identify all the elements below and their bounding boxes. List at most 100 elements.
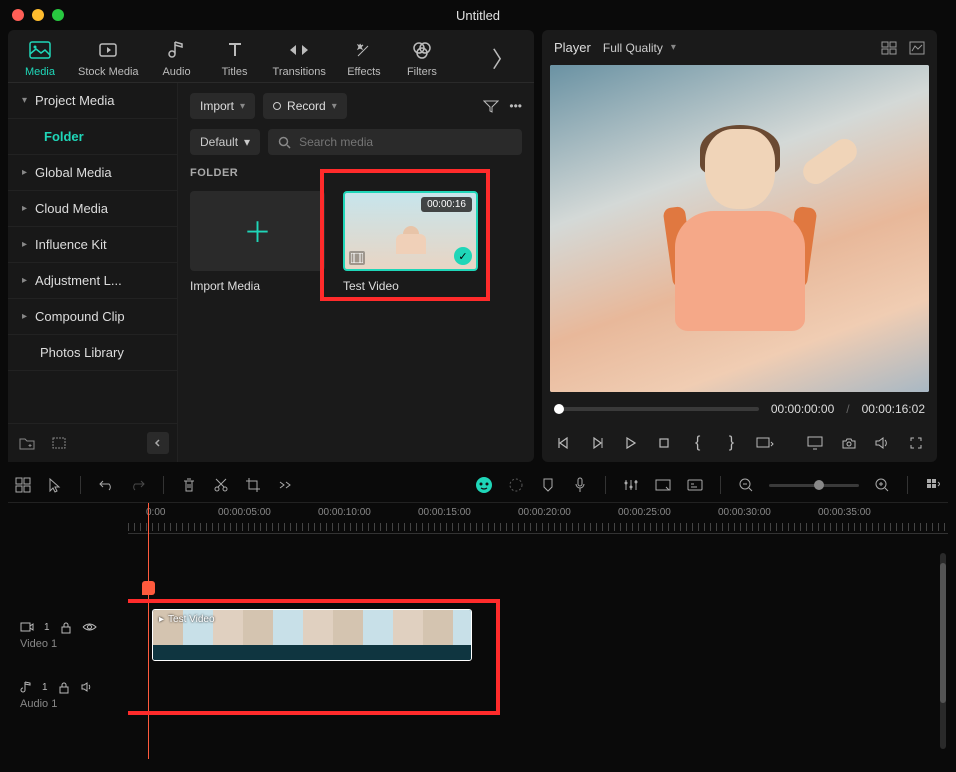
titlebar: Untitled <box>0 0 956 30</box>
zoom-thumb[interactable] <box>814 480 824 490</box>
fullscreen-icon[interactable] <box>907 434 925 452</box>
tab-scroll-right-icon[interactable]: 〉 <box>484 38 522 78</box>
tab-titles[interactable]: Titles <box>215 38 255 78</box>
new-bin-icon[interactable] <box>48 432 70 454</box>
crop-icon[interactable] <box>244 476 262 494</box>
tab-effects[interactable]: Effects <box>344 38 384 78</box>
lock-icon[interactable] <box>60 621 72 634</box>
aspect-dropdown-icon[interactable] <box>756 434 774 452</box>
import-button[interactable]: Import ▾ <box>190 93 255 119</box>
more-tools-icon[interactable] <box>276 476 294 494</box>
import-thumb[interactable]: ＋ <box>190 191 325 271</box>
tab-filters[interactable]: Filters <box>402 38 442 78</box>
audio-track[interactable] <box>128 667 948 723</box>
snapshot-icon[interactable] <box>840 434 858 452</box>
maximize-window-icon[interactable] <box>52 9 64 21</box>
search-input[interactable] <box>299 135 512 149</box>
video-track[interactable]: ▸ Test Video <box>128 607 948 663</box>
marker-icon[interactable] <box>539 476 557 494</box>
chevron-right-icon: ▸ <box>22 203 27 214</box>
video-track-head[interactable]: 1 Video 1 <box>8 607 128 663</box>
zoom-in-icon[interactable] <box>873 476 891 494</box>
stop-icon[interactable] <box>655 434 673 452</box>
quality-dropdown[interactable]: Full Quality ▾ <box>603 41 676 55</box>
sort-dropdown[interactable]: Default ▾ <box>190 129 260 155</box>
video-track-icon <box>20 621 34 633</box>
cut-icon[interactable] <box>212 476 230 494</box>
zoom-slider[interactable] <box>769 484 859 487</box>
grid-view-icon[interactable] <box>881 41 897 55</box>
chevron-right-icon: ▸ <box>22 275 27 286</box>
scope-icon[interactable] <box>909 41 925 55</box>
search-box[interactable] <box>268 129 522 155</box>
filters-icon <box>410 38 434 62</box>
voiceover-icon[interactable] <box>571 476 589 494</box>
mixer-icon[interactable] <box>622 476 640 494</box>
scrubber-thumb[interactable] <box>554 404 564 414</box>
collapse-sidebar-icon[interactable] <box>147 432 169 454</box>
player-scrubber[interactable] <box>554 407 759 411</box>
track-area[interactable]: 0:00 00:00:05:00 00:00:10:00 00:00:15:00… <box>128 503 948 759</box>
zoom-out-icon[interactable] <box>737 476 755 494</box>
tab-transitions[interactable]: Transitions <box>273 38 326 78</box>
tab-media[interactable]: Media <box>20 38 60 78</box>
sidebar-item-project-media[interactable]: ▾ Project Media <box>8 83 177 119</box>
tab-stock-media[interactable]: Stock Media <box>78 38 139 78</box>
sidebar-item-folder[interactable]: Folder <box>8 119 177 155</box>
sidebar-item-photos-library[interactable]: Photos Library <box>8 335 177 371</box>
play-backward-icon[interactable] <box>588 434 606 452</box>
caption-icon[interactable] <box>686 476 704 494</box>
display-icon[interactable] <box>806 434 824 452</box>
play-icon[interactable] <box>621 434 639 452</box>
minimize-window-icon[interactable] <box>32 9 44 21</box>
timeline-vscrollbar[interactable] <box>940 553 946 749</box>
chevron-down-icon: ▾ <box>671 42 676 53</box>
chevron-right-icon: ▸ <box>22 167 27 178</box>
ai-tool-icon[interactable] <box>475 476 493 494</box>
close-window-icon[interactable] <box>12 9 24 21</box>
new-folder-icon[interactable] <box>16 432 38 454</box>
video-thumb[interactable]: 00:00:16 ✓ <box>343 191 478 271</box>
sidebar-item-compound-clip[interactable]: ▸ Compound Clip <box>8 299 177 335</box>
delete-icon[interactable] <box>180 476 198 494</box>
record-button[interactable]: Record ▾ <box>263 93 347 119</box>
chevron-down-icon: ▾ <box>22 95 27 106</box>
media-item-test-video[interactable]: 00:00:16 ✓ Test Video <box>343 191 478 293</box>
sidebar: ▾ Project Media Folder ▸ Global Media ▸ … <box>8 83 178 462</box>
audio-track-head[interactable]: 1 Audio 1 <box>8 667 128 723</box>
plus-icon: ＋ <box>243 211 271 251</box>
mark-out-icon[interactable]: } <box>723 434 741 452</box>
tab-audio[interactable]: Audio <box>157 38 197 78</box>
import-media-item[interactable]: ＋ Import Media <box>190 191 325 293</box>
scrollbar-thumb[interactable] <box>940 563 946 703</box>
filter-icon[interactable] <box>483 99 499 113</box>
speed-icon[interactable] <box>507 476 525 494</box>
cursor-icon[interactable] <box>46 476 64 494</box>
track-gutter: 1 Video 1 1 Audio 1 <box>8 503 128 759</box>
layout-icon[interactable] <box>14 476 32 494</box>
player-viewport[interactable] <box>550 65 929 392</box>
render-icon[interactable] <box>654 476 672 494</box>
visibility-icon[interactable] <box>82 622 97 632</box>
mark-in-icon[interactable]: { <box>689 434 707 452</box>
track-display-icon[interactable] <box>924 476 942 494</box>
stock-media-icon <box>96 38 120 62</box>
mute-icon[interactable] <box>80 681 94 693</box>
sidebar-item-influence-kit[interactable]: ▸ Influence Kit <box>8 227 177 263</box>
more-options-icon[interactable]: ••• <box>509 99 522 113</box>
effects-icon <box>352 38 376 62</box>
playhead-handle[interactable] <box>142 581 155 595</box>
lock-icon[interactable] <box>58 681 70 694</box>
audio-icon <box>165 38 189 62</box>
playhead[interactable] <box>148 503 149 759</box>
sidebar-item-cloud-media[interactable]: ▸ Cloud Media <box>8 191 177 227</box>
sidebar-item-adjustment-layer[interactable]: ▸ Adjustment L... <box>8 263 177 299</box>
volume-icon[interactable] <box>874 434 892 452</box>
undo-icon[interactable] <box>97 476 115 494</box>
sidebar-item-global-media[interactable]: ▸ Global Media <box>8 155 177 191</box>
prev-frame-icon[interactable] <box>554 434 572 452</box>
video-clip[interactable]: ▸ Test Video <box>152 609 472 661</box>
timeline: 1 Video 1 1 Audio 1 <box>0 468 956 759</box>
timeline-ruler[interactable]: 0:00 00:00:05:00 00:00:10:00 00:00:15:00… <box>128 503 948 533</box>
redo-icon[interactable] <box>129 476 147 494</box>
